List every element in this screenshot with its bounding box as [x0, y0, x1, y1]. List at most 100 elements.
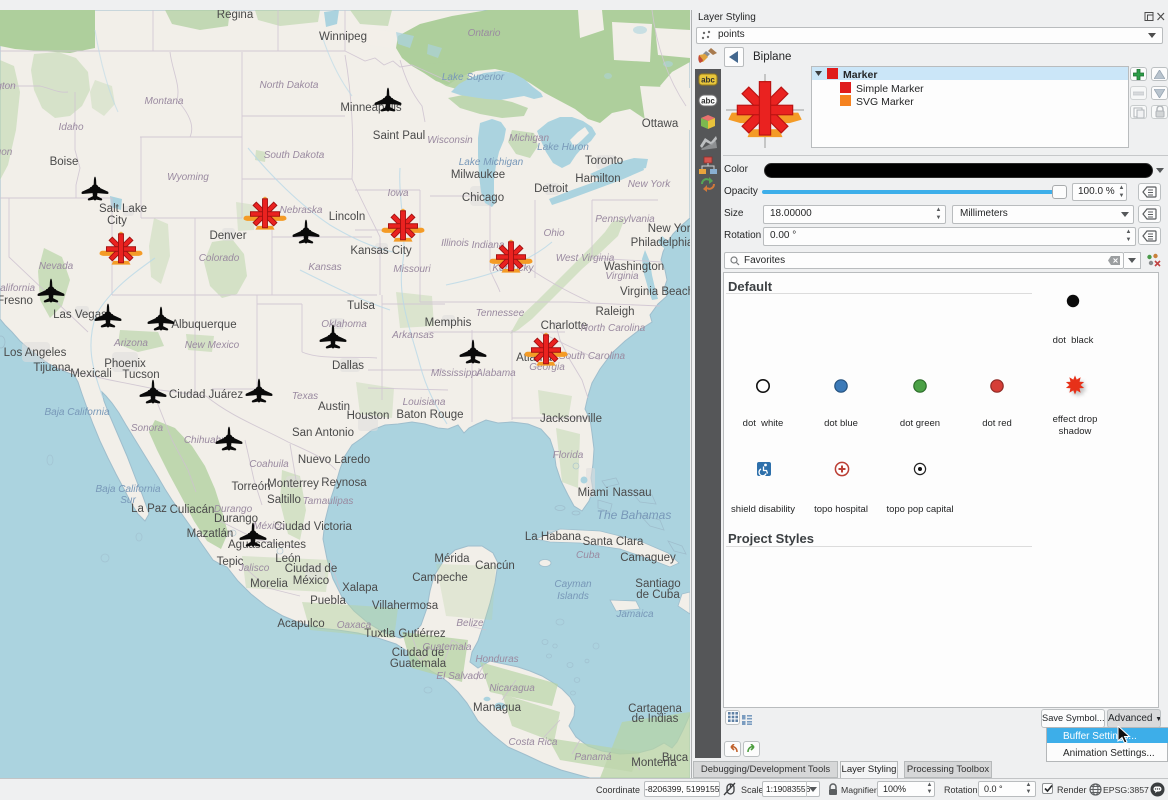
svg-text:Guatemala: Guatemala [390, 658, 447, 670]
svg-text:Pennsylvania: Pennsylvania [595, 214, 655, 225]
svg-text:abc: abc [701, 97, 715, 106]
svg-text:Jamaica: Jamaica [615, 609, 654, 620]
svg-text:Kansas: Kansas [308, 262, 341, 273]
svg-text:City: City [107, 215, 127, 227]
svg-text:gton: gton [0, 81, 16, 92]
svg-text:Oaxaca: Oaxaca [337, 620, 372, 631]
svg-text:California: California [0, 283, 36, 294]
svg-text:Dallas: Dallas [332, 360, 364, 372]
svg-text:La Paz: La Paz [131, 503, 167, 515]
svg-text:Oklahoma: Oklahoma [321, 319, 367, 330]
svg-text:Idaho: Idaho [58, 122, 83, 133]
svg-text:Cuba: Cuba [576, 550, 600, 561]
svg-text:Morelia: Morelia [250, 578, 288, 590]
svg-text:Wyoming: Wyoming [167, 172, 209, 183]
svg-text:abc: abc [701, 76, 715, 85]
svg-text:Virginia Beach: Virginia Beach [620, 286, 690, 298]
svg-text:Milwaukee: Milwaukee [451, 169, 505, 181]
svg-text:Lake Michigan: Lake Michigan [459, 157, 524, 168]
svg-text:Islands: Islands [557, 591, 589, 602]
svg-text:México: México [293, 575, 329, 587]
svg-text:West Virginia: West Virginia [556, 253, 615, 264]
svg-text:Tijuana: Tijuana [33, 362, 71, 374]
svg-text:Villahermosa: Villahermosa [372, 600, 439, 612]
svg-text:Colorado: Colorado [199, 253, 240, 264]
svg-text:Belize: Belize [456, 618, 484, 629]
svg-text:Philadelphia: Philadelphia [631, 237, 690, 249]
svg-text:Ciudad Victoria: Ciudad Victoria [274, 521, 352, 533]
svg-text:Detroit: Detroit [534, 183, 569, 195]
svg-text:Cayman: Cayman [554, 579, 592, 590]
svg-text:Lake Superior: Lake Superior [442, 72, 505, 83]
svg-text:Toronto: Toronto [585, 155, 623, 167]
svg-text:Fresno: Fresno [0, 295, 33, 307]
svg-text:South Dakota: South Dakota [264, 150, 325, 161]
svg-text:Louisiana: Louisiana [403, 397, 446, 408]
svg-text:Salt Lake: Salt Lake [99, 203, 147, 215]
svg-text:Acapulco: Acapulco [277, 618, 324, 630]
svg-text:Jalisco: Jalisco [238, 563, 270, 574]
svg-text:Winnipeg: Winnipeg [319, 31, 367, 43]
svg-text:Denver: Denver [209, 230, 246, 242]
svg-text:New Mexico: New Mexico [185, 340, 240, 351]
svg-text:Jacksonville: Jacksonville [540, 413, 602, 425]
svg-text:The Bahamas: The Bahamas [597, 508, 672, 522]
svg-text:Nicaragua: Nicaragua [489, 683, 535, 694]
svg-text:North Dakota: North Dakota [260, 80, 319, 91]
svg-text:Montana: Montana [145, 96, 184, 107]
svg-text:Tennessee: Tennessee [476, 308, 525, 319]
svg-text:Missouri: Missouri [393, 264, 431, 275]
svg-text:Sonora: Sonora [131, 423, 164, 434]
svg-text:Wisconsin: Wisconsin [427, 135, 473, 146]
svg-text:Baja California: Baja California [95, 484, 160, 495]
svg-text:North Carolina: North Carolina [581, 323, 646, 334]
svg-text:Nevada: Nevada [39, 261, 74, 272]
svg-text:Arizona: Arizona [113, 338, 148, 349]
svg-text:Tucson: Tucson [122, 369, 159, 381]
svg-text:Virginia: Virginia [605, 271, 639, 282]
svg-text:Baja California: Baja California [44, 407, 109, 418]
svg-text:Honduras: Honduras [475, 654, 518, 665]
svg-text:Chicago: Chicago [462, 192, 504, 204]
svg-text:Xalapa: Xalapa [342, 582, 378, 594]
svg-text:Lincoln: Lincoln [329, 211, 365, 223]
svg-text:Florida: Florida [553, 450, 584, 461]
svg-text:Aguascalientes: Aguascalientes [228, 539, 306, 551]
svg-text:Albuquerque: Albuquerque [171, 319, 236, 331]
svg-text:Illinois: Illinois [441, 238, 469, 249]
svg-text:de Cuba: de Cuba [636, 589, 680, 601]
svg-text:Baton Rouge: Baton Rouge [396, 409, 463, 421]
svg-text:San Antonio: San Antonio [292, 427, 354, 439]
svg-text:México: México [253, 521, 285, 532]
svg-text:Nebraska: Nebraska [280, 205, 323, 216]
svg-text:Saint Paul: Saint Paul [373, 130, 425, 142]
svg-text:Costa Rica: Costa Rica [509, 737, 558, 748]
svg-text:Regina: Regina [217, 10, 254, 21]
svg-text:Texas: Texas [292, 391, 318, 402]
svg-text:Puebla: Puebla [310, 595, 346, 607]
svg-text:Kansas City: Kansas City [350, 245, 412, 257]
svg-text:Monterrey: Monterrey [267, 478, 319, 490]
svg-text:Ciudad Juárez: Ciudad Juárez [169, 389, 243, 401]
svg-text:Camaguey: Camaguey [620, 552, 676, 564]
svg-text:Coahuila: Coahuila [249, 459, 289, 470]
svg-text:Campeche: Campeche [412, 572, 468, 584]
svg-text:Managua: Managua [473, 702, 522, 714]
svg-text:Panamá: Panamá [574, 752, 612, 763]
svg-text:Memphis: Memphis [425, 317, 472, 329]
svg-text:Arkansas: Arkansas [391, 330, 434, 341]
svg-text:Saltillo: Saltillo [267, 494, 301, 506]
svg-text:Ohio: Ohio [543, 228, 565, 239]
svg-text:Boise: Boise [50, 156, 79, 168]
svg-text:New York: New York [628, 179, 672, 190]
svg-text:Austin: Austin [318, 401, 350, 413]
svg-text:Reynosa: Reynosa [321, 477, 367, 489]
svg-text:Lake Huron: Lake Huron [537, 142, 589, 153]
svg-text:Montería: Montería [631, 757, 677, 769]
svg-text:Tuxtla Gutiérrez: Tuxtla Gutiérrez [364, 628, 446, 640]
svg-text:South Carolina: South Carolina [559, 351, 626, 362]
svg-text:Mississippi: Mississippi [431, 368, 480, 379]
svg-text:Culiacán: Culiacán [170, 504, 215, 516]
svg-text:Los Angeles: Los Angeles [4, 347, 67, 359]
svg-text:Ciudad de: Ciudad de [285, 563, 337, 575]
